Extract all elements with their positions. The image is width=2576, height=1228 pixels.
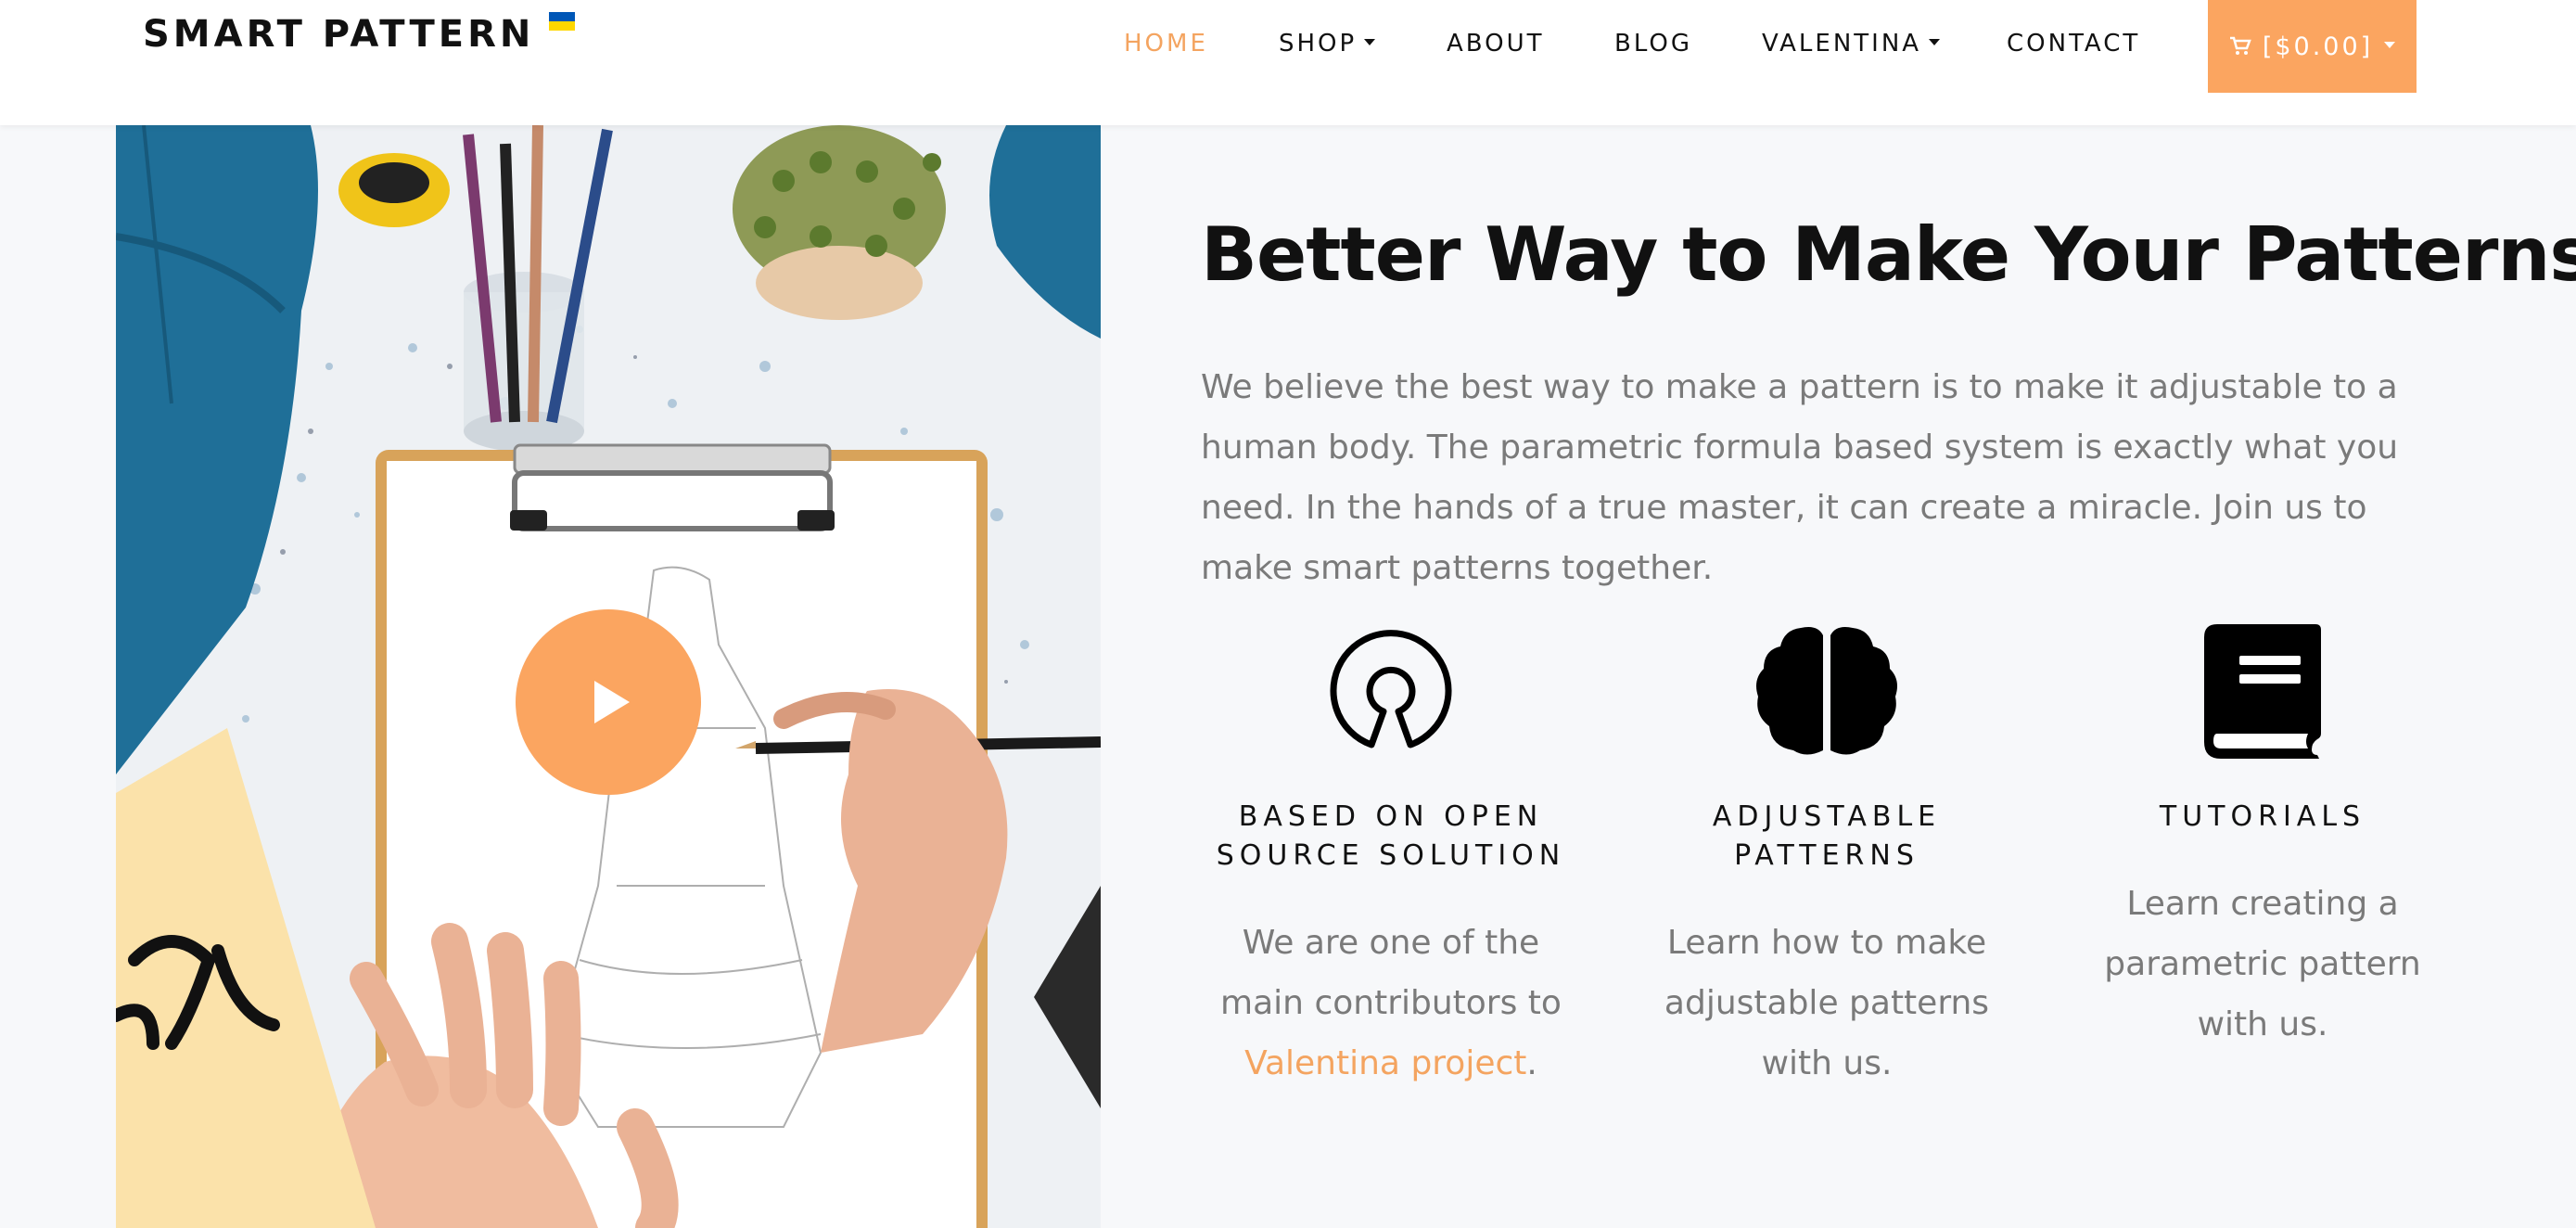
chevron-down-icon: [2384, 41, 2396, 48]
feature-adjustable-patterns: ADJUSTABLE PATTERNS Learn how to make ad…: [1632, 621, 2021, 1094]
nav-contact-label: CONTACT: [2007, 30, 2141, 58]
brain-icon: [1756, 626, 1897, 754]
feature-text: Learn creating a parametric pattern with…: [2104, 885, 2421, 1043]
nav-about-label: ABOUT: [1447, 30, 1545, 58]
nav-valentina[interactable]: VALENTINA: [1762, 30, 1941, 58]
valentina-project-link[interactable]: Valentina project: [1244, 1044, 1526, 1082]
nav-home[interactable]: HOME: [1124, 30, 1208, 58]
cart-icon: [2229, 36, 2251, 55]
play-video-button[interactable]: [516, 609, 701, 795]
nav-contact[interactable]: CONTACT: [2007, 30, 2140, 58]
nav-home-label: HOME: [1124, 30, 1208, 58]
nav-blog[interactable]: BLOG: [1614, 30, 1692, 58]
play-icon: [594, 681, 630, 723]
feature-tutorials: TUTORIALS Learn creating a parametric pa…: [2068, 621, 2457, 1055]
feature-text: Learn how to make adjustable patterns wi…: [1664, 924, 1990, 1082]
hero-intro-paragraph: We believe the best way to make a patter…: [1201, 368, 2399, 587]
feature-title: TUTORIALS: [2159, 800, 2366, 833]
nav-shop-label: SHOP: [1279, 30, 1358, 58]
open-source-icon: [1330, 630, 1452, 748]
nav-blog-label: BLOG: [1614, 30, 1693, 58]
chevron-down-icon: [1364, 38, 1376, 45]
logo-text: SMART PATTERN: [143, 13, 535, 56]
cart-button[interactable]: [$0.00]: [2208, 0, 2417, 93]
feature-title: BASED ON OPEN SOURCE SOLUTION: [1216, 800, 1566, 872]
feature-title: ADJUSTABLE PATTERNS: [1712, 800, 1942, 872]
ukraine-flag-icon: [549, 12, 576, 31]
hero-headline: Better Way to Make Your Patterns: [1201, 211, 2576, 298]
nav-shop[interactable]: SHOP: [1279, 30, 1376, 58]
nav-about[interactable]: ABOUT: [1447, 30, 1545, 58]
cart-total: [$0.00]: [2262, 32, 2374, 61]
book-icon: [2204, 623, 2321, 759]
chevron-down-icon: [1929, 38, 1941, 45]
nav-valentina-label: VALENTINA: [1762, 30, 1922, 58]
site-header: SMART PATTERN HOME SHOP ABOUT BLOG VALEN…: [0, 0, 2576, 125]
feature-open-source: BASED ON OPEN SOURCE SOLUTION We are one…: [1196, 621, 1586, 1094]
feature-text: We are one of the main contributors to V…: [1220, 924, 1562, 1082]
site-logo[interactable]: SMART PATTERN: [143, 12, 576, 56]
hero-image: [116, 125, 1101, 1228]
